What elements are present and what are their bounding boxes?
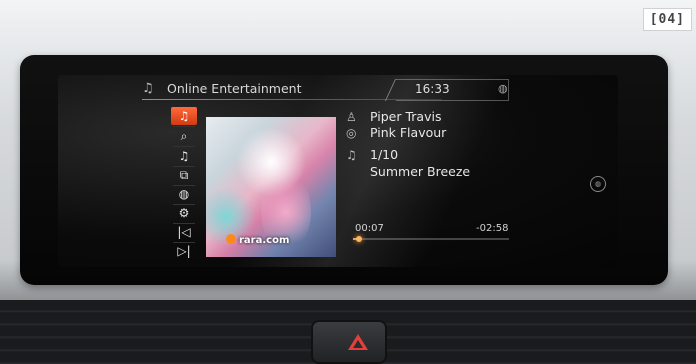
side-sensor-icon: ◍ — [590, 176, 606, 192]
music-note-icon: ♫ — [346, 148, 357, 162]
internet-icon[interactable]: ◍ — [171, 185, 197, 203]
album-name: Pink Flavour — [370, 125, 447, 140]
album-icon: ◎ — [346, 126, 357, 140]
brand-text: rara.com — [239, 235, 290, 246]
album-cover: rara.com — [206, 117, 336, 257]
remaining-time: -02:58 — [476, 223, 509, 234]
progress-bar[interactable] — [353, 236, 509, 242]
screen-glare — [58, 75, 618, 267]
car-dashboard-scene: [04] ♫ Online Entertainment 16:33 ◍ ♫ ⌕ … — [0, 0, 696, 364]
settings-icon[interactable]: ⚙ — [171, 204, 197, 222]
status-bar: ♫ Online Entertainment 16:33 ◍ — [58, 75, 618, 103]
clock-frame — [396, 79, 509, 101]
elapsed-time: 00:07 — [355, 223, 384, 234]
page-title: Online Entertainment — [167, 81, 302, 96]
online-entertainment-icon: ♫ — [142, 81, 154, 96]
infotainment-screen: ♫ Online Entertainment 16:33 ◍ ♫ ⌕ ♫ ⧉ ◍… — [58, 75, 618, 267]
artist-name: Piper Travis — [370, 109, 442, 124]
track-title: Summer Breeze — [370, 164, 471, 179]
figure-label: [04] — [642, 8, 692, 31]
previous-track-icon[interactable]: |◁ — [171, 223, 197, 241]
next-track-icon[interactable]: ▷| — [171, 242, 197, 260]
brand-logo: rara.com — [226, 234, 289, 246]
brand-logo-icon — [226, 234, 236, 244]
network-icon: ◍ — [498, 82, 508, 95]
search-icon[interactable]: ⌕ — [171, 127, 197, 145]
stations-icon[interactable]: ⧉ — [171, 166, 197, 184]
progress-handle[interactable] — [356, 236, 363, 242]
playlist-icon[interactable]: ♫ — [171, 147, 197, 165]
track-number: 1/10 — [370, 147, 399, 162]
clock: 16:33 — [415, 82, 450, 96]
now-playing-icon[interactable]: ♫ — [171, 107, 197, 125]
person-icon: ♙ — [346, 110, 357, 124]
hazard-triangle-icon — [348, 334, 368, 350]
side-menu: ♫ ⌕ ♫ ⧉ ◍ ⚙ |◁ ▷| — [171, 107, 197, 259]
